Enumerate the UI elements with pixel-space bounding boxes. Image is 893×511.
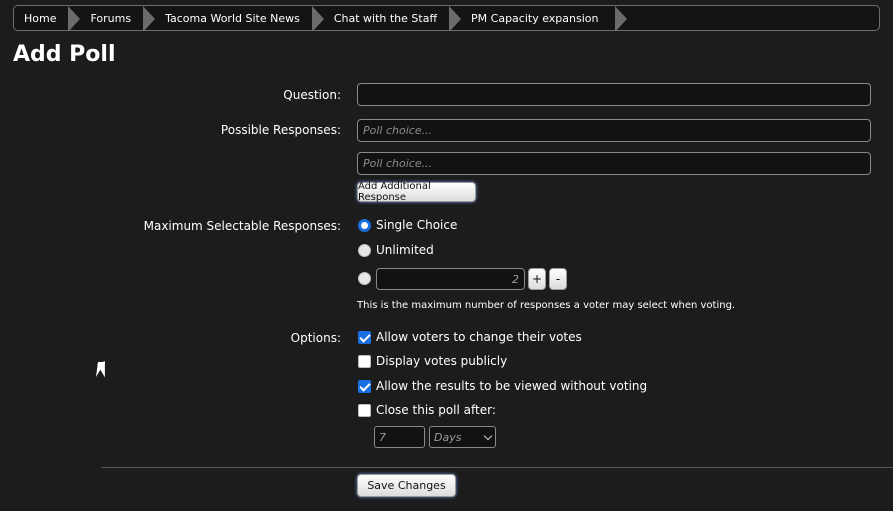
custom-count-option[interactable] bbox=[358, 272, 376, 285]
breadcrumb-arrow-icon bbox=[614, 6, 627, 30]
view-results-checkbox[interactable] bbox=[358, 379, 371, 393]
breadcrumb: Home Forums Tacoma World Site News Chat … bbox=[13, 5, 880, 31]
unlimited-label: Unlimited bbox=[376, 243, 434, 257]
mouse-cursor-icon bbox=[95, 362, 106, 377]
select-value: Days bbox=[434, 430, 462, 444]
breadcrumb-label: Tacoma World Site News bbox=[165, 11, 300, 25]
close-after-unit-select[interactable]: Days bbox=[429, 426, 496, 448]
responses-label: Possible Responses: bbox=[220, 123, 341, 137]
option-close-poll[interactable]: Close this poll after: bbox=[358, 403, 496, 417]
poll-choice-input-2[interactable] bbox=[357, 152, 871, 175]
breadcrumb-arrow-icon bbox=[143, 6, 156, 30]
unlimited-option[interactable]: Unlimited bbox=[358, 243, 434, 257]
chevron-down-icon bbox=[483, 431, 493, 440]
form-divider bbox=[101, 467, 893, 468]
decrement-button[interactable]: - bbox=[549, 268, 567, 290]
max-count-input[interactable]: 2 bbox=[376, 268, 525, 290]
display-public-checkbox[interactable] bbox=[358, 354, 371, 368]
breadcrumb-label: Home bbox=[24, 11, 57, 25]
poll-choice-input-1[interactable] bbox=[357, 119, 871, 142]
breadcrumb-home[interactable]: Home bbox=[14, 6, 81, 30]
custom-count-radio[interactable] bbox=[358, 272, 371, 285]
option-label: Display votes publicly bbox=[376, 354, 508, 368]
single-choice-label: Single Choice bbox=[376, 218, 458, 232]
max-responses-label: Maximum Selectable Responses: bbox=[143, 219, 341, 233]
save-button[interactable]: Save Changes bbox=[357, 474, 456, 497]
option-label: Close this poll after: bbox=[376, 403, 496, 417]
single-choice-radio[interactable] bbox=[358, 218, 371, 232]
option-display-public[interactable]: Display votes publicly bbox=[358, 354, 507, 368]
breadcrumb-thread[interactable]: PM Capacity expansion bbox=[447, 6, 627, 30]
page-title: Add Poll bbox=[13, 42, 116, 67]
close-after-input[interactable]: 7 bbox=[374, 426, 425, 448]
breadcrumb-arrow-icon bbox=[449, 6, 462, 30]
single-choice-option[interactable]: Single Choice bbox=[358, 218, 457, 232]
option-change-votes[interactable]: Allow voters to change their votes bbox=[358, 330, 582, 344]
breadcrumb-site-news[interactable]: Tacoma World Site News bbox=[141, 6, 324, 30]
question-label: Question: bbox=[283, 88, 341, 102]
increment-button[interactable]: + bbox=[528, 268, 546, 290]
add-response-button[interactable]: Add Additional Response bbox=[357, 181, 476, 203]
max-responses-hint: This is the maximum number of responses … bbox=[357, 300, 736, 311]
breadcrumb-arrow-icon bbox=[311, 6, 324, 30]
option-view-results[interactable]: Allow the results to be viewed without v… bbox=[358, 379, 647, 393]
breadcrumb-label: PM Capacity expansion bbox=[471, 11, 599, 25]
option-label: Allow the results to be viewed without v… bbox=[376, 379, 648, 393]
question-input[interactable] bbox=[357, 83, 871, 106]
breadcrumb-arrow-icon bbox=[68, 6, 81, 30]
close-poll-checkbox[interactable] bbox=[358, 403, 371, 417]
options-label: Options: bbox=[290, 331, 341, 345]
option-label: Allow voters to change their votes bbox=[376, 330, 582, 344]
breadcrumb-chat-staff[interactable]: Chat with the Staff bbox=[310, 6, 462, 30]
unlimited-radio[interactable] bbox=[358, 243, 371, 257]
breadcrumb-label: Chat with the Staff bbox=[333, 11, 438, 25]
change-votes-checkbox[interactable] bbox=[358, 330, 371, 344]
breadcrumb-label: Forums bbox=[90, 11, 132, 25]
